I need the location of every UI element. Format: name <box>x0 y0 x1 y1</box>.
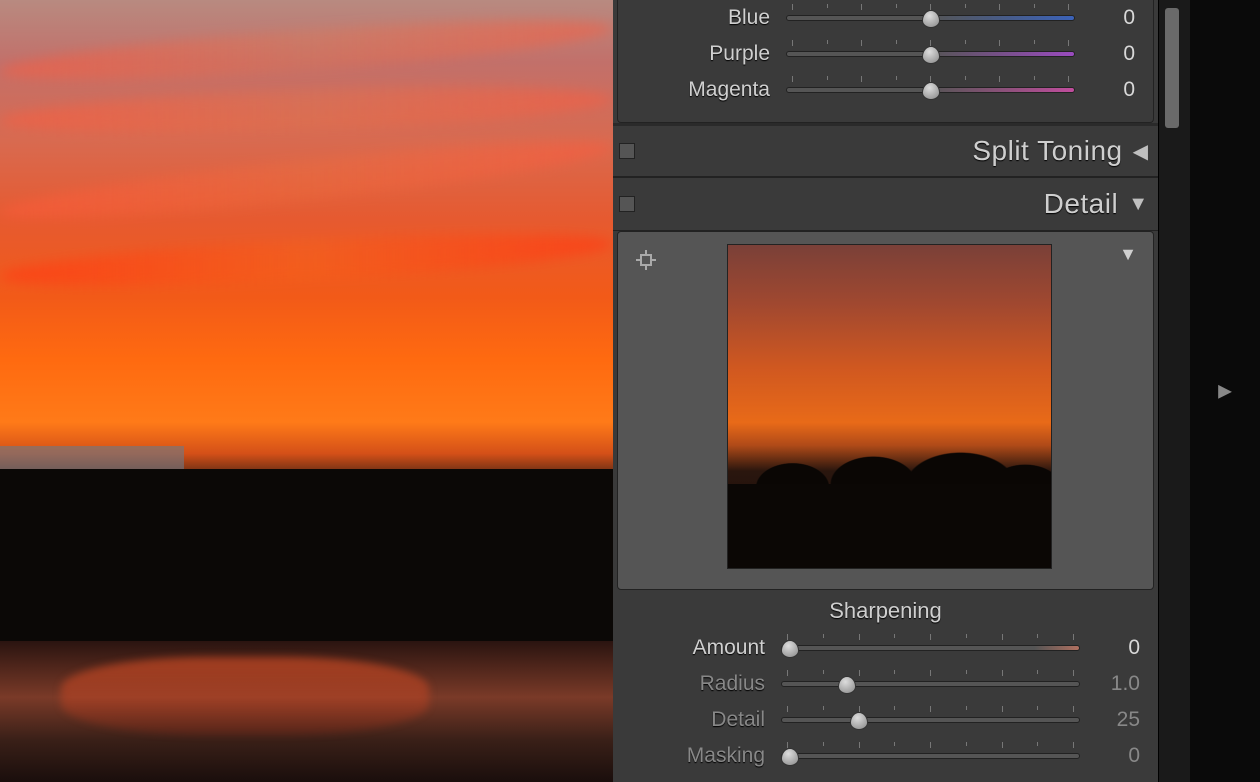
slider-row-amount: Amount 0 <box>631 630 1140 666</box>
slider-value[interactable]: 0 <box>1075 78 1135 102</box>
app-root: Blue 0 Purple 0 <box>0 0 1260 782</box>
section-header-detail[interactable]: Detail ▼ <box>613 177 1158 231</box>
slider-value[interactable]: 25 <box>1080 708 1140 732</box>
section-title: Split Toning <box>643 135 1133 167</box>
detail-zoom-preview[interactable] <box>727 244 1052 569</box>
slider-purple[interactable] <box>786 40 1075 68</box>
slider-row-magenta: Magenta 0 <box>636 72 1135 108</box>
chevron-left-icon[interactable]: ◀ <box>1133 139 1148 164</box>
slider-value[interactable]: 0 <box>1075 42 1135 66</box>
section-header-split-toning[interactable]: Split Toning ◀ <box>613 123 1158 177</box>
panel-scrollbar-thumb[interactable] <box>1165 8 1179 128</box>
slider-label: Blue <box>636 6 786 30</box>
slider-label: Radius <box>631 672 781 696</box>
right-panel-toggle-strip[interactable]: ▶ <box>1190 0 1260 782</box>
chevron-down-icon[interactable]: ▼ <box>1128 193 1148 216</box>
slider-row-masking: Masking 0 <box>631 738 1140 774</box>
slider-row-radius: Radius 1.0 <box>631 666 1140 702</box>
slider-label: Masking <box>631 744 781 768</box>
slider-row-blue: Blue 0 <box>636 0 1135 36</box>
preview-image <box>0 0 613 782</box>
develop-panels: Blue 0 Purple 0 <box>613 0 1158 782</box>
slider-masking[interactable] <box>781 742 1080 770</box>
slider-detail[interactable] <box>781 706 1080 734</box>
panel-switch-icon[interactable] <box>619 196 635 212</box>
slider-label: Detail <box>631 708 781 732</box>
slider-value[interactable]: 1.0 <box>1080 672 1140 696</box>
panel-scrollbar-track[interactable] <box>1158 0 1190 782</box>
slider-radius[interactable] <box>781 670 1080 698</box>
section-title: Detail <box>643 188 1128 220</box>
slider-value[interactable]: 0 <box>1080 636 1140 660</box>
detail-panel-body: ▼ <box>617 231 1154 590</box>
sharpening-section: Sharpening Amount 0 Radius <box>613 590 1158 774</box>
detail-target-icon[interactable] <box>630 244 662 276</box>
chevron-right-icon: ▶ <box>1218 381 1232 402</box>
slider-label: Magenta <box>636 78 786 102</box>
image-canvas[interactable] <box>0 0 613 782</box>
slider-value[interactable]: 0 <box>1080 744 1140 768</box>
slider-amount[interactable] <box>781 634 1080 662</box>
right-column: Blue 0 Purple 0 <box>613 0 1260 782</box>
slider-blue[interactable] <box>786 4 1075 32</box>
panel-switch-icon[interactable] <box>619 143 635 159</box>
slider-magenta[interactable] <box>786 76 1075 104</box>
slider-row-detail: Detail 25 <box>631 702 1140 738</box>
slider-label: Amount <box>631 636 781 660</box>
slider-value[interactable]: 0 <box>1075 6 1135 30</box>
preview-collapse-icon[interactable]: ▼ <box>1119 244 1137 265</box>
slider-row-purple: Purple 0 <box>636 36 1135 72</box>
slider-label: Purple <box>636 42 786 66</box>
sharpening-heading: Sharpening <box>631 598 1140 624</box>
hsl-color-section: Blue 0 Purple 0 <box>617 0 1154 123</box>
